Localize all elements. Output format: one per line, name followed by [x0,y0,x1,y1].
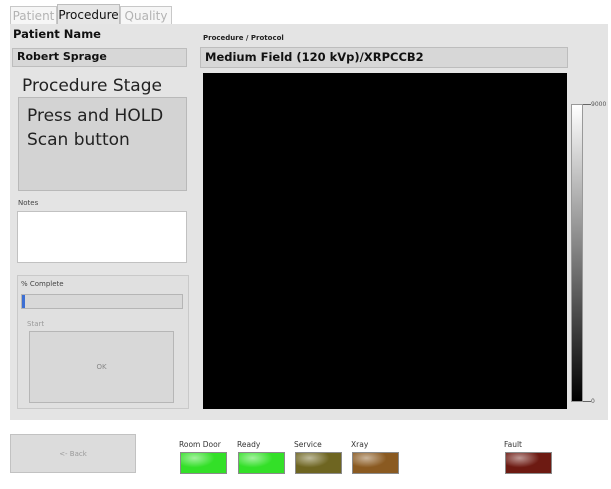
procedure-stage-message: Press and HOLD Scan button [18,97,187,191]
patient-name-label: Patient Name [13,27,101,41]
procedure-protocol-label: Procedure / Protocol [203,34,284,42]
tab-patient[interactable]: Patient [10,6,57,25]
image-display [203,73,567,409]
service-label: Service [294,440,322,449]
back-button[interactable]: <- Back [10,434,136,473]
patient-name-field: Robert Sprage [12,48,187,67]
ready-label: Ready [237,440,261,449]
colorbar-min-label: 0 [591,398,595,405]
colorbar-min-tick [583,401,591,402]
colorbar-max-label: 9000 [591,101,607,108]
ready-indicator [238,452,285,474]
room-door-label: Room Door [179,440,221,449]
procedure-stage-title: Procedure Stage [22,76,162,96]
room-door-indicator [180,452,227,474]
start-label: Start [27,320,45,328]
progress-bar [21,294,183,309]
colorbar-max-tick [583,104,591,105]
service-indicator [295,452,342,474]
procedure-protocol-field: Medium Field (120 kVp)/XRPCCB2 [200,47,568,68]
notes-label: Notes [18,199,39,207]
xray-indicator [352,452,399,474]
percent-complete-label: % Complete [21,280,64,288]
tab-procedure[interactable]: Procedure [57,4,120,25]
progress-fill [22,295,26,308]
intensity-colorbar [571,104,583,402]
xray-label: Xray [351,440,369,449]
tab-quality[interactable]: Quality [120,6,172,25]
fault-label: Fault [504,440,522,449]
fault-indicator [505,452,552,474]
notes-field[interactable] [17,211,187,263]
ok-button[interactable]: OK [29,331,174,403]
